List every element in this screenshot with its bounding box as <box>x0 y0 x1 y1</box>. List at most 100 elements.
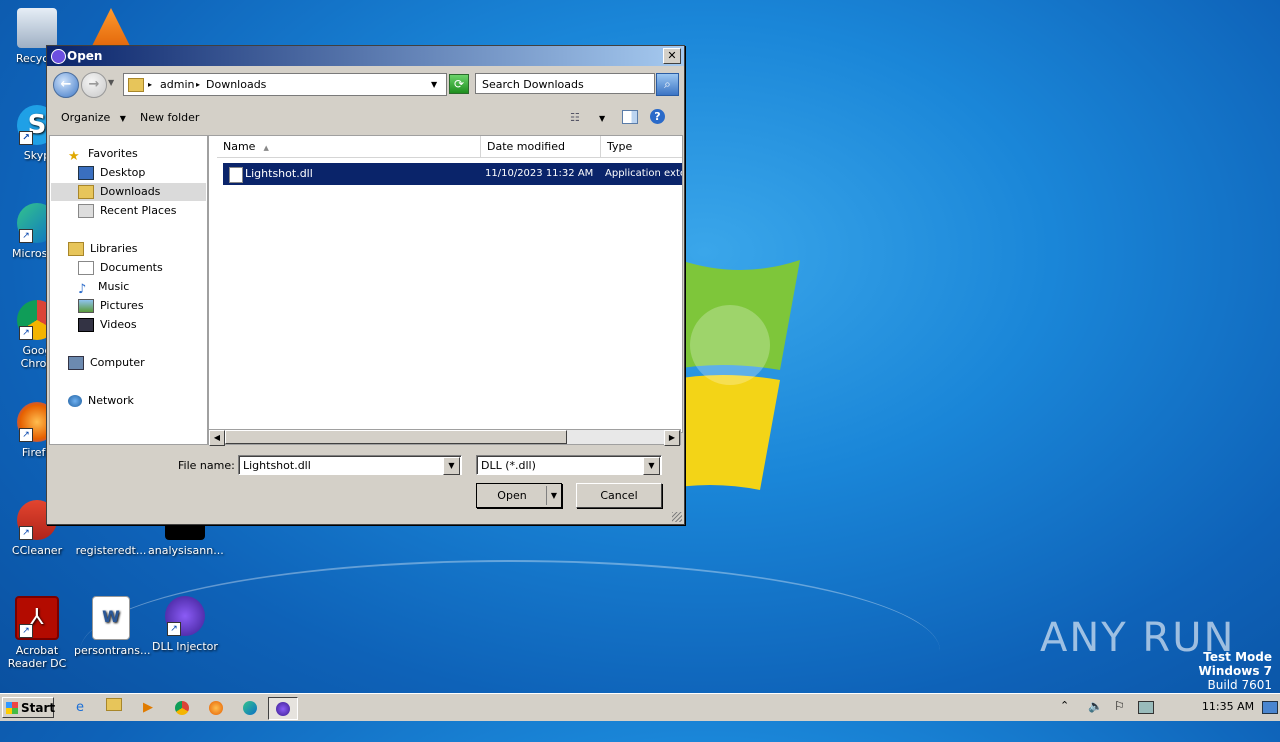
desktop-icon-acrobat[interactable]: ⅄ ↗ Acrobat Reader DC <box>0 596 74 670</box>
file-name-label: File name: <box>178 459 235 472</box>
file-explorer-icon[interactable] <box>102 697 126 718</box>
chevron-down-icon[interactable]: ▼ <box>443 457 460 475</box>
refresh-button[interactable]: ⟳ <box>449 74 469 94</box>
back-button[interactable]: ← <box>53 72 79 98</box>
address-bar[interactable]: ▸ admin ▸ Downloads ▼ <box>123 73 447 96</box>
start-button[interactable]: Start <box>2 697 56 718</box>
desktop-icon-persontrans[interactable]: W persontrans... <box>74 596 150 657</box>
scroll-right-icon[interactable]: ▶ <box>664 430 680 446</box>
view-options-icon[interactable]: ☷ <box>570 111 580 124</box>
resize-grip-icon[interactable] <box>672 512 682 522</box>
system-tray: ⌃ 🔈 ⚐ <box>1060 697 1220 718</box>
desktop-icon-label: registeredt... <box>75 544 147 557</box>
watermark-line: Test Mode <box>1203 650 1272 664</box>
column-header-name[interactable]: Name ▲ <box>217 136 481 158</box>
nav-downloads[interactable]: Downloads <box>51 183 206 201</box>
chrome-taskbar-icon[interactable] <box>170 697 194 718</box>
recycle-bin-icon <box>17 8 57 48</box>
start-label: Start <box>21 701 56 715</box>
nav-label: Downloads <box>100 185 161 198</box>
column-label: Name <box>223 140 256 153</box>
nav-label: Libraries <box>90 242 138 255</box>
navigation-pane: ★ Favorites Desktop Downloads Recent Plac… <box>49 135 208 445</box>
nav-label: Documents <box>100 261 163 274</box>
forward-button[interactable]: → <box>81 72 107 98</box>
show-desktop-icon[interactable] <box>1262 701 1278 714</box>
breadcrumb-admin[interactable]: admin <box>160 74 194 95</box>
open-button[interactable]: Open ▼ <box>476 483 562 508</box>
scrollbar-thumb[interactable] <box>225 430 567 444</box>
file-date: 11/10/2023 11:32 AM <box>485 168 594 179</box>
nav-documents[interactable]: Documents <box>78 259 163 277</box>
dll-injector-taskbar-icon[interactable] <box>268 697 298 720</box>
nav-label: Recent Places <box>100 204 177 217</box>
file-name-input[interactable]: Lightshot.dll ▼ <box>238 455 462 475</box>
horizontal-scrollbar[interactable]: ◀ ▶ <box>208 429 681 446</box>
preview-pane-icon[interactable] <box>622 110 638 124</box>
desktop-icon <box>78 166 94 180</box>
music-icon: ♪ <box>78 282 87 297</box>
nav-music[interactable]: ♪ Music <box>78 278 129 297</box>
column-header-date[interactable]: Date modified <box>481 136 601 158</box>
desktop-icon-dll-injector[interactable]: ↗ DLL Injector <box>148 596 222 653</box>
dll-injector-icon: ↗ <box>165 596 205 636</box>
recent-places-icon <box>78 204 94 218</box>
action-center-flag-icon[interactable]: ⚐ <box>1114 699 1125 713</box>
recent-pages-dropdown-icon[interactable]: ▼ <box>108 78 114 87</box>
nav-label: Videos <box>100 318 137 331</box>
nav-libraries[interactable]: Libraries <box>68 240 138 258</box>
show-hidden-icons-icon[interactable]: ⌃ <box>1060 699 1069 712</box>
desktop-icon-label: DLL Injector <box>152 640 218 653</box>
star-icon: ★ <box>68 149 80 164</box>
app-icon <box>51 49 66 64</box>
dialog-titlebar[interactable]: Open ✕ <box>47 46 684 66</box>
shortcut-arrow-icon: ↗ <box>19 326 33 340</box>
chevron-right-icon: ▸ <box>196 80 201 89</box>
breadcrumb-downloads[interactable]: Downloads <box>206 74 266 95</box>
open-file-dialog: Open ✕ ← → ▼ ▸ admin ▸ Downloads ▼ ⟳ Sea… <box>46 45 685 525</box>
edge-taskbar-icon[interactable] <box>238 697 262 718</box>
organize-button[interactable]: Organize ▼ <box>61 111 126 124</box>
navigation-bar: ← → ▼ ▸ admin ▸ Downloads ▼ ⟳ Search Dow… <box>51 72 680 98</box>
downloads-folder-icon <box>78 185 94 199</box>
nav-network[interactable]: Network <box>68 392 134 410</box>
taskbar-clock[interactable]: 11:35 AM <box>1197 693 1259 720</box>
address-dropdown-icon[interactable]: ▼ <box>431 74 437 95</box>
desktop-icon-label: Acrobat Reader DC <box>7 644 67 670</box>
documents-icon <box>78 261 94 275</box>
network-icon <box>68 395 82 407</box>
cancel-button[interactable]: Cancel <box>576 483 662 508</box>
file-row[interactable]: Lightshot.dll 11/10/2023 11:32 AM Applic… <box>223 163 682 185</box>
nav-label: Desktop <box>100 166 146 179</box>
column-header-type[interactable]: Type <box>601 136 682 158</box>
firefox-taskbar-icon[interactable] <box>204 697 228 718</box>
file-type-filter[interactable]: DLL (*.dll) ▼ <box>476 455 662 475</box>
nav-recent-places[interactable]: Recent Places <box>78 202 177 220</box>
nav-pictures[interactable]: Pictures <box>78 297 144 315</box>
new-folder-button[interactable]: New folder <box>140 111 199 124</box>
nav-computer[interactable]: Computer <box>68 354 145 372</box>
scroll-left-icon[interactable]: ◀ <box>209 430 225 446</box>
search-icon[interactable]: ⌕ <box>656 73 679 96</box>
view-dropdown-icon[interactable]: ▼ <box>599 114 605 123</box>
word-document-icon: W <box>92 596 130 640</box>
file-list-pane: Name ▲ Date modified Type Lightshot.dll 1… <box>208 135 683 433</box>
chevron-down-icon[interactable]: ▼ <box>643 457 660 475</box>
network-status-icon[interactable] <box>1138 701 1154 714</box>
search-input[interactable]: Search Downloads <box>475 73 655 94</box>
close-button[interactable]: ✕ <box>663 48 681 64</box>
nav-favorites[interactable]: ★ Favorites <box>68 145 138 164</box>
organize-label: Organize <box>61 111 111 124</box>
nav-desktop[interactable]: Desktop <box>78 164 145 182</box>
internet-explorer-icon[interactable]: e <box>68 697 92 718</box>
help-icon[interactable]: ? <box>650 109 665 124</box>
chevron-right-icon: ▸ <box>148 80 153 89</box>
desktop-icon-label: analysisann... <box>148 544 224 557</box>
shortcut-arrow-icon: ↗ <box>19 131 33 145</box>
windows-flag-icon <box>6 702 18 714</box>
nav-videos[interactable]: Videos <box>78 316 137 334</box>
media-player-icon[interactable]: ▶ <box>136 697 160 718</box>
open-dropdown-icon[interactable]: ▼ <box>546 486 561 505</box>
volume-icon[interactable]: 🔈 <box>1088 699 1103 713</box>
shortcut-arrow-icon: ↗ <box>167 622 181 636</box>
